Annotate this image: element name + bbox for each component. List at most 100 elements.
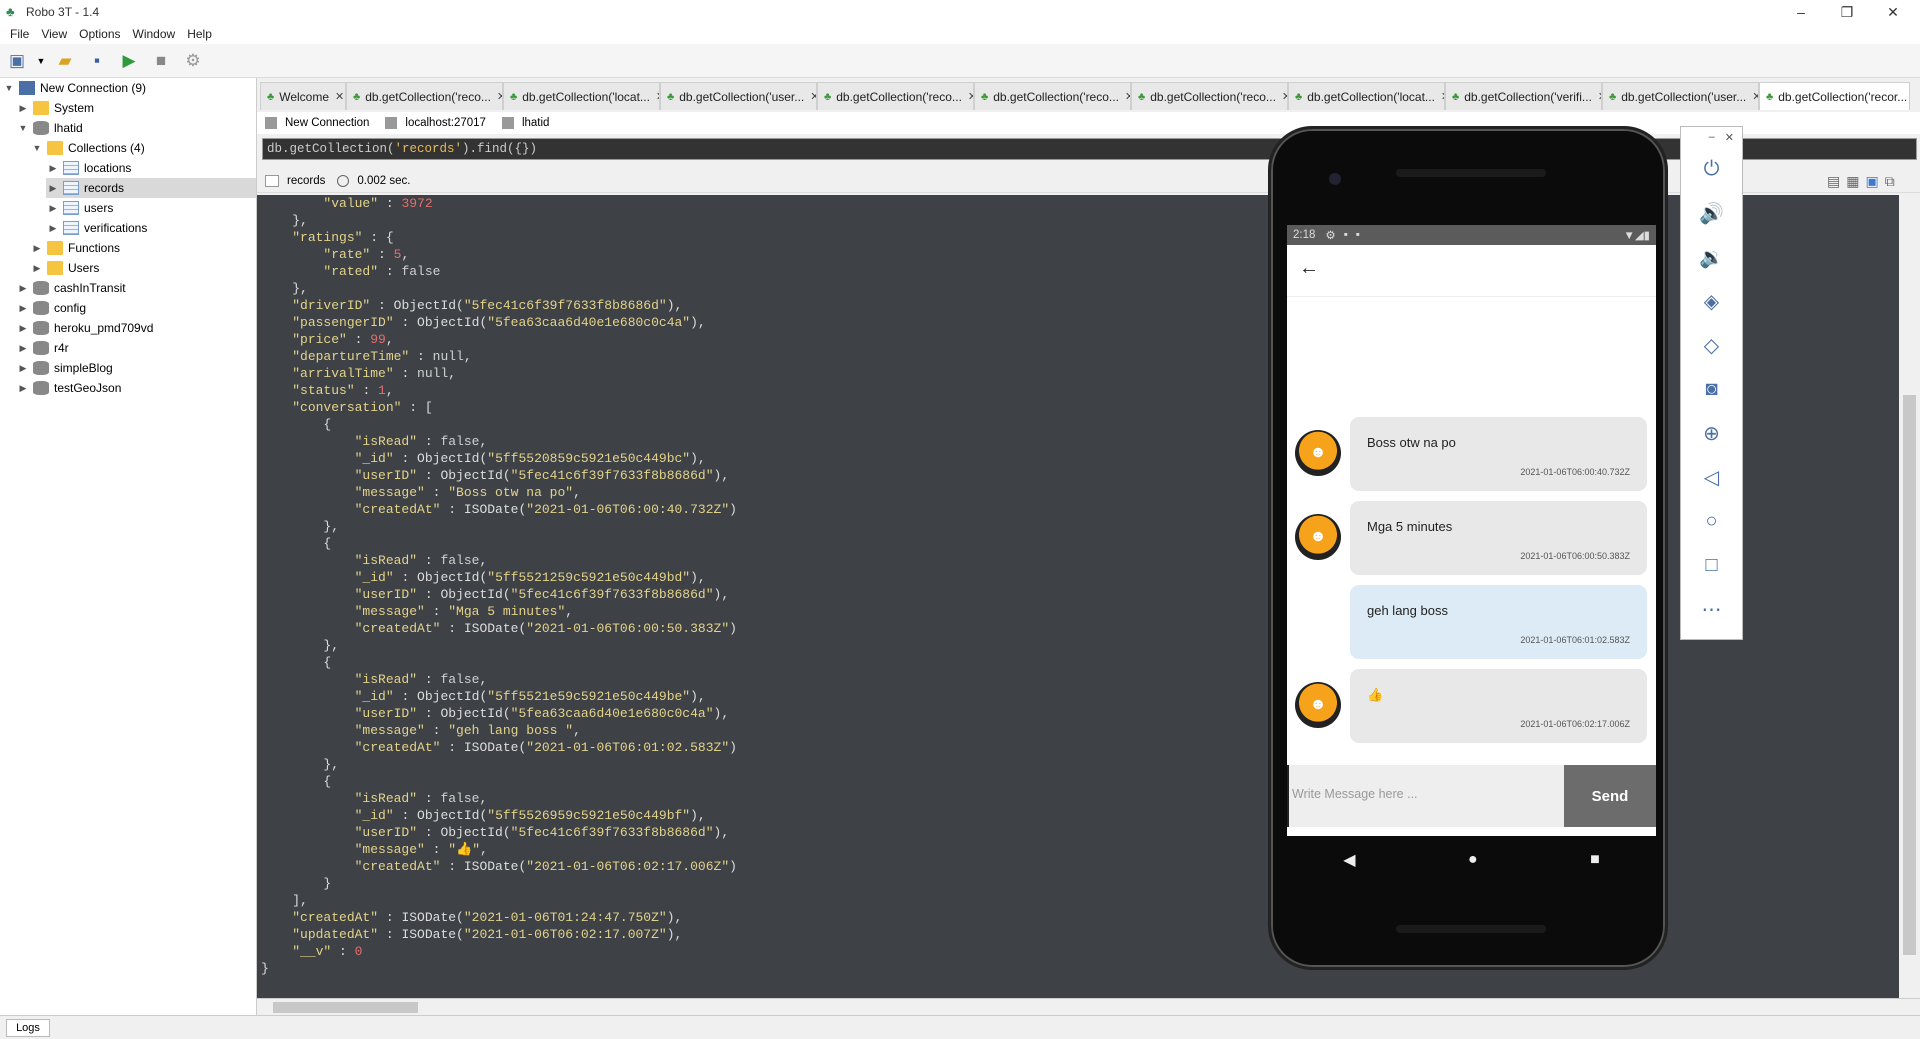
tab-query[interactable]: ♣db.getCollection('reco...✕ xyxy=(346,82,503,110)
tree-db-cashintransit[interactable]: ▶ cashInTransit xyxy=(16,278,126,298)
tab-query[interactable]: ♣db.getCollection('verifi...✕ xyxy=(1445,82,1602,110)
format-icon[interactable]: ⚙ xyxy=(180,48,206,74)
chevron-right-icon[interactable]: ▶ xyxy=(16,283,30,294)
chevron-right-icon[interactable]: ▶ xyxy=(16,323,30,334)
chevron-down-icon[interactable]: ▼ xyxy=(2,83,16,93)
tree-label: cashInTransit xyxy=(54,281,126,295)
chevron-right-icon[interactable]: ▶ xyxy=(16,363,30,374)
chevron-right-icon[interactable]: ▶ xyxy=(30,263,44,274)
volume-up-icon[interactable]: 🔊 xyxy=(1681,191,1742,235)
scroll-thumb[interactable] xyxy=(273,1002,418,1013)
tab-query[interactable]: ♣db.getCollection('reco...✕ xyxy=(974,82,1131,110)
tab-query[interactable]: ♣ db.getCollection('user... ✕ xyxy=(1602,82,1759,110)
save-icon[interactable]: ▪ xyxy=(84,48,110,74)
menu-window[interactable]: Window xyxy=(127,27,182,41)
screenshot-icon[interactable]: ◙ xyxy=(1681,367,1742,411)
tree-label: config xyxy=(54,301,87,315)
emulator-controls: – ✕ ⏻ 🔊 🔉 ◈ ◇ ◙ ⊕ ◁ ○ □ ⋯ xyxy=(1680,126,1743,640)
scroll-thumb[interactable] xyxy=(1903,395,1916,955)
tree-db-testgeojson[interactable]: ▶ testGeoJson xyxy=(16,378,121,398)
chevron-right-icon[interactable]: ▶ xyxy=(16,383,30,394)
overview-icon[interactable]: □ xyxy=(1681,543,1742,587)
tree-label: r4r xyxy=(54,341,69,355)
send-button[interactable]: Send xyxy=(1564,765,1656,827)
tree-collection-users[interactable]: ▶ users xyxy=(46,198,113,218)
horizontal-scrollbar[interactable] xyxy=(257,998,1920,1015)
tab-query[interactable]: ♣ db.getCollection('user... ✕ xyxy=(660,82,817,110)
dropdown-arrow-icon[interactable]: ▼ xyxy=(36,48,46,74)
tree-connection[interactable]: ▼ New Connection (9) xyxy=(2,78,146,98)
tree-functions[interactable]: ▶ Functions xyxy=(30,238,120,258)
menu-view[interactable]: View xyxy=(35,27,73,41)
maximize-button[interactable]: ❐ xyxy=(1824,0,1870,24)
tree-collection-locations[interactable]: ▶ locations xyxy=(46,158,131,178)
open-folder-icon[interactable]: ▰ xyxy=(52,48,78,74)
stop-icon[interactable]: ■ xyxy=(148,48,174,74)
chevron-right-icon[interactable]: ▶ xyxy=(46,163,60,174)
menu-options[interactable]: Options xyxy=(73,27,126,41)
tab-query[interactable]: ♣db.getCollection('reco...✕ xyxy=(1131,82,1288,110)
close-icon[interactable]: ✕ xyxy=(810,90,816,103)
vertical-scrollbar[interactable] xyxy=(1899,195,1920,998)
toolbar: ▣ ▼ ▰ ▪ ▶ ■ ⚙ xyxy=(0,44,1920,78)
home-icon[interactable]: ○ xyxy=(1681,499,1742,543)
tree-collections[interactable]: ▼ Collections (4) xyxy=(30,138,145,158)
tree-users[interactable]: ▶ Users xyxy=(30,258,99,278)
query-editor[interactable]: db.getCollection('records').find({}) xyxy=(262,138,1917,160)
text-view-icon[interactable]: ▣ xyxy=(1865,173,1878,190)
chevron-down-icon[interactable]: ▼ xyxy=(30,143,44,153)
logs-button[interactable]: Logs xyxy=(6,1019,50,1037)
popout-icon[interactable]: ⧉ xyxy=(1885,173,1895,190)
minimize-icon[interactable]: – xyxy=(1709,131,1715,143)
tab-query[interactable]: ♣db.getCollection('locat...✕ xyxy=(1288,82,1445,110)
info-connection: New Connection xyxy=(265,117,369,129)
chevron-right-icon[interactable]: ▶ xyxy=(46,203,60,214)
rotate-right-icon[interactable]: ◇ xyxy=(1681,323,1742,367)
tree-db-simpleblog[interactable]: ▶ simpleBlog xyxy=(16,358,113,378)
tree-view-icon[interactable]: ▤ xyxy=(1827,173,1840,190)
back-icon[interactable]: ◁ xyxy=(1681,455,1742,499)
chevron-right-icon[interactable]: ▶ xyxy=(30,243,44,254)
zoom-icon[interactable]: ⊕ xyxy=(1681,411,1742,455)
rotate-left-icon[interactable]: ◈ xyxy=(1681,279,1742,323)
volume-down-icon[interactable]: 🔉 xyxy=(1681,235,1742,279)
tree-db-r4r[interactable]: ▶ r4r xyxy=(16,338,69,358)
chevron-down-icon[interactable]: ▼ xyxy=(16,123,30,133)
menu-help[interactable]: Help xyxy=(181,27,218,41)
tree-db-config[interactable]: ▶ config xyxy=(16,298,86,318)
tree-collection-records[interactable]: ▶ records xyxy=(46,178,256,198)
nav-recents-icon[interactable]: ■ xyxy=(1590,851,1600,869)
execute-icon[interactable]: ▶ xyxy=(116,48,142,74)
close-button[interactable]: ✕ xyxy=(1870,0,1916,24)
tree-system[interactable]: ▶ System xyxy=(16,98,94,118)
tab-query-active[interactable]: ♣db.getCollection('recor...✕ xyxy=(1759,82,1910,110)
chevron-right-icon[interactable]: ▶ xyxy=(16,343,30,354)
message-time: 2021-01-06T06:01:02.583Z xyxy=(1520,635,1630,645)
minimize-button[interactable]: – xyxy=(1778,0,1824,24)
tab-query[interactable]: ♣db.getCollection('locat...✕ xyxy=(503,82,660,110)
nav-back-icon[interactable]: ◀ xyxy=(1343,850,1355,870)
android-status-bar: 2:18 ⚙ ▪ ▪ ▼◢▮ xyxy=(1287,225,1656,245)
menu-file[interactable]: File xyxy=(4,27,35,41)
table-view-icon[interactable]: ▦ xyxy=(1846,173,1859,190)
tab-query[interactable]: ♣db.getCollection('reco...✕ xyxy=(817,82,974,110)
close-icon[interactable]: ✕ xyxy=(335,90,344,103)
chevron-right-icon[interactable]: ▶ xyxy=(16,103,30,114)
power-icon[interactable]: ⏻ xyxy=(1681,147,1742,191)
message-input[interactable]: Write Message here ... xyxy=(1287,765,1564,827)
close-icon[interactable]: ✕ xyxy=(1752,90,1758,103)
close-icon[interactable]: ✕ xyxy=(1725,131,1734,144)
tree-db-heroku[interactable]: ▶ heroku_pmd709vd xyxy=(16,318,153,338)
nav-home-icon[interactable]: ● xyxy=(1468,851,1478,869)
tab-label: db.getCollection('reco... xyxy=(365,89,491,104)
more-icon[interactable]: ⋯ xyxy=(1681,587,1742,631)
chevron-right-icon[interactable]: ▶ xyxy=(46,183,60,194)
chevron-right-icon[interactable]: ▶ xyxy=(46,223,60,234)
folder-icon xyxy=(47,241,63,255)
chevron-right-icon[interactable]: ▶ xyxy=(16,303,30,314)
back-arrow-icon[interactable]: ← xyxy=(1299,257,1319,280)
connect-icon[interactable]: ▣ xyxy=(4,48,30,74)
tree-db-lhatid[interactable]: ▼ lhatid xyxy=(16,118,83,138)
tab-welcome[interactable]: ♣ Welcome ✕ xyxy=(260,82,346,110)
tree-collection-verifications[interactable]: ▶ verifications xyxy=(46,218,147,238)
